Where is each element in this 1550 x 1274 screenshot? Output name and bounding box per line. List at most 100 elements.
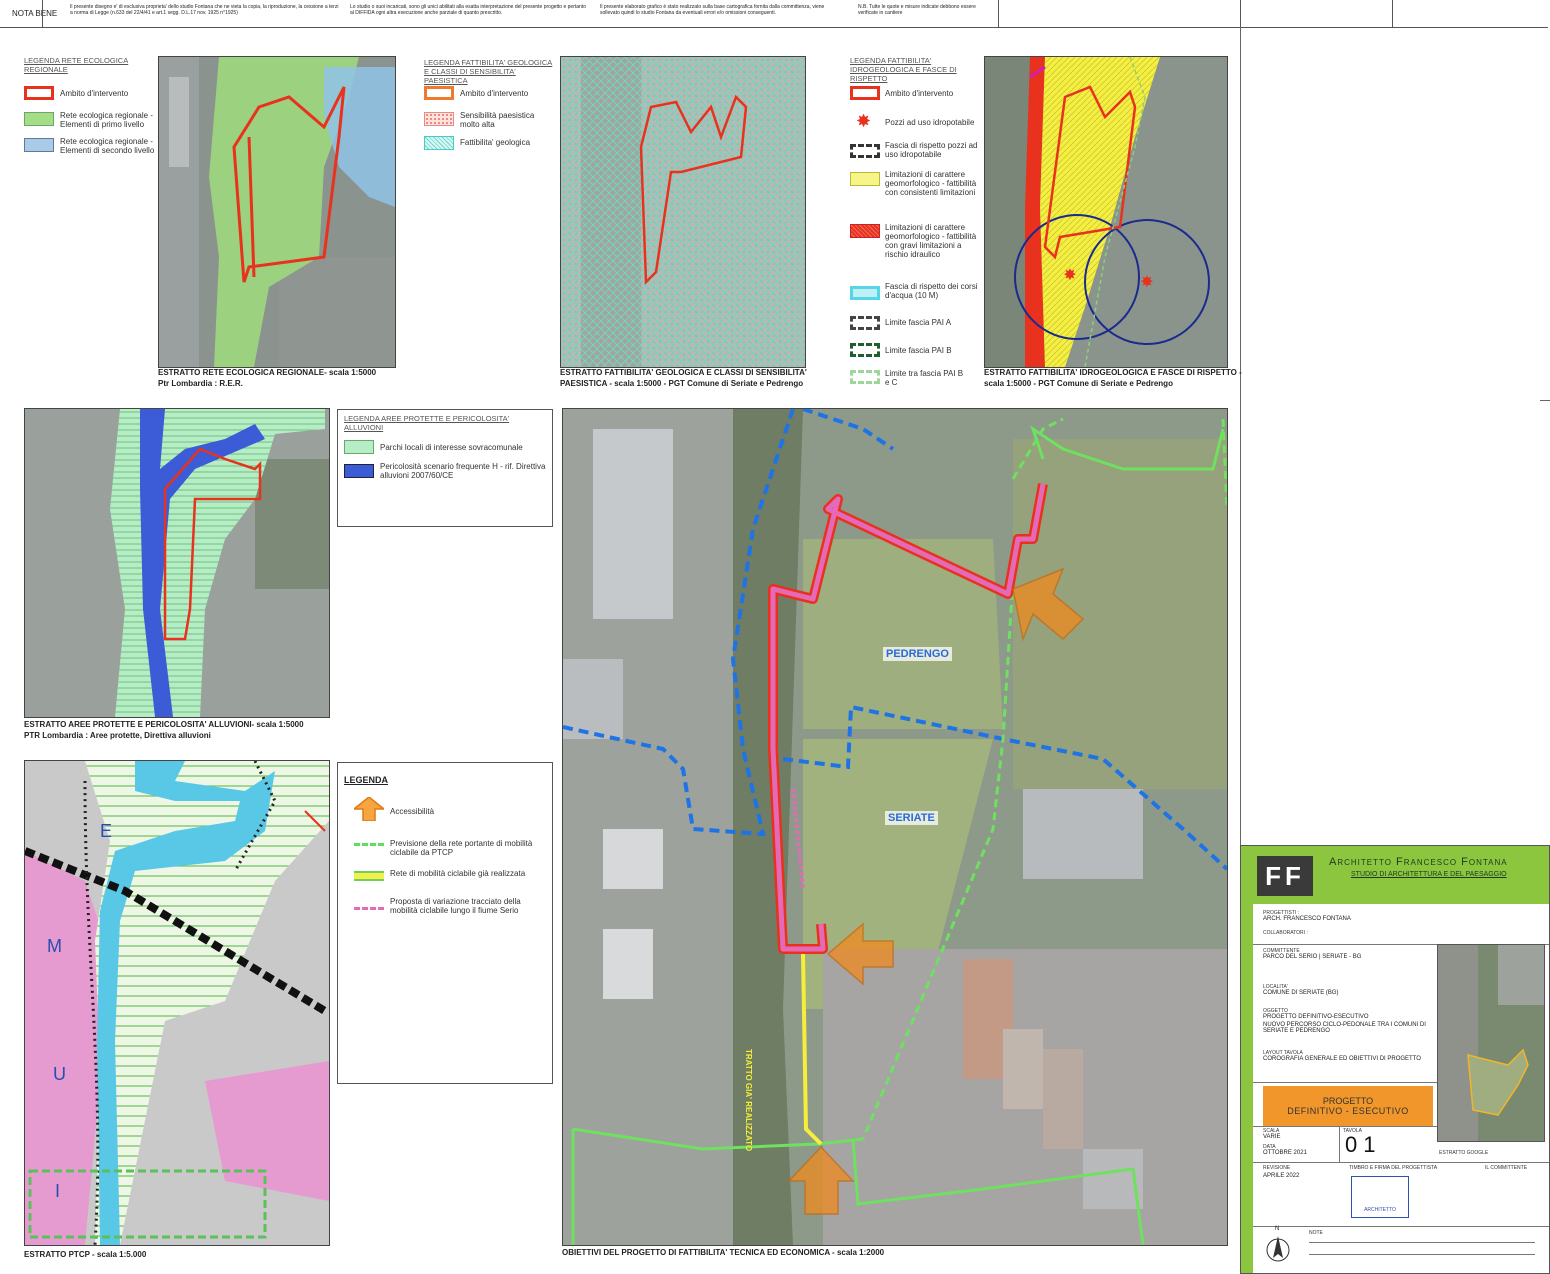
aree-item-pericolosita: Pericolosità scenario frequente H - rif.… <box>380 462 546 480</box>
collaboratori-label: COLLABORATORI : <box>1263 930 1308 936</box>
rer-map-drawing <box>159 57 395 367</box>
studio-sub: STUDIO DI ARCHITETTURA E DEL PAESAGGIO <box>1351 871 1507 878</box>
idro-swatch-corsi-acqua <box>850 286 880 300</box>
title-green-band <box>1241 846 1253 1273</box>
timbro-label: TIMBRO E FIRMA DEL PROGETTISTA <box>1349 1165 1438 1171</box>
label-pedrengo: PEDRENGO <box>883 647 952 661</box>
svg-text:✸: ✸ <box>1140 274 1153 291</box>
revisione-value: APRILE 2022 <box>1263 1173 1300 1179</box>
studio-name: Architetto Francesco Fontana <box>1329 856 1508 868</box>
aree-caption-2: PTR Lombardia : Aree protette, Direttiva… <box>24 731 211 740</box>
idro-swatch-consistenti <box>850 172 880 186</box>
header-note-4: N.B. Tutte le quote e misure indicate de… <box>858 4 976 16</box>
ptcp-item-realizzata: Rete di mobilità ciclabile già realizzat… <box>390 869 526 878</box>
ptcp-map: E M U I <box>24 760 330 1246</box>
ptcp-swatch-proposta <box>354 907 384 910</box>
phase-line-2: DEFINITIVO - ESECUTIVO <box>1287 1106 1409 1116</box>
ptcp-letter-i: I <box>55 1181 61 1201</box>
architect-stamp-text: ARCHITETTO <box>1364 1207 1396 1213</box>
committente2-label: IL COMMITTENTE <box>1485 1165 1528 1171</box>
title-vline <box>1339 1126 1340 1162</box>
google-thumbnail-drawing <box>1438 945 1544 1141</box>
committente-value: PARCO DEL SERIO | SERIATE - BG <box>1263 954 1362 960</box>
geo-item-fattibilita: Fattibilita' geologica <box>460 138 531 147</box>
architect-stamp: ARCHITETTO <box>1351 1176 1409 1218</box>
title-info: PROGETTISTI : ARCH. FRANCESCO FONTANA CO… <box>1253 904 1549 1273</box>
note-line-1 <box>1309 1242 1535 1243</box>
header-strip: NOTA BENE Il presente disegno e' di escl… <box>0 0 1548 28</box>
idro-swatch-gravi <box>850 224 880 238</box>
studio-logo: FF <box>1257 856 1313 896</box>
north-label: N <box>1275 1226 1280 1232</box>
title-rule-2 <box>1253 1082 1437 1083</box>
oggetto-value-2: NUOVO PERCORSO CICLO-PEDONALE TRA I COMU… <box>1263 1022 1426 1034</box>
idro-swatch-ambito <box>850 86 880 100</box>
header-divider-3 <box>1392 0 1393 27</box>
ptcp-swatch-previsione <box>354 843 384 846</box>
sheet-right-frame <box>1240 27 1241 845</box>
header-divider-0 <box>42 0 43 27</box>
ptcp-item-accessibilita: Accessibilità <box>390 807 435 816</box>
geo-swatch-ambito <box>424 86 454 100</box>
idro-item-ambito: Ambito d'intervento <box>885 89 954 98</box>
geo-caption-2: PAESISTICA - scala 1:5000 - PGT Comune d… <box>560 379 804 388</box>
rer-item-primo: Rete ecologica regionale - Elementi di p… <box>60 111 153 129</box>
note-label: NOTE <box>1309 1230 1323 1236</box>
rer-swatch-ambito <box>24 86 54 100</box>
tavola-value: 01 <box>1345 1132 1382 1157</box>
aree-legend-title: LEGENDA AREE PROTETTE E PERICOLOSITA' AL… <box>344 414 510 432</box>
phase-line-1: PROGETTO <box>1322 1096 1374 1106</box>
header-note-2: Lo studio o suoi incaricati, sono gli un… <box>350 4 586 16</box>
svg-text:✸: ✸ <box>1063 267 1076 284</box>
geo-caption-1: ESTRATTO FATTIBILITA' GEOLOGICA E CLASSI… <box>560 368 807 377</box>
localita-value: COMUNE DI SERIATE (BG) <box>1263 990 1339 996</box>
title-rule-5 <box>1253 1226 1549 1227</box>
phase-box: PROGETTO DEFINITIVO - ESECUTIVO <box>1263 1086 1433 1126</box>
rer-item-ambito: Ambito d'intervento <box>60 89 129 98</box>
aree-map-drawing <box>25 409 329 717</box>
main-map: PEDRENGO SERIATE TRATTO GIA' REALIZZATO <box>562 408 1228 1246</box>
ptcp-legend-title: LEGENDA <box>344 775 389 785</box>
rer-item-secondo: Rete ecologica regionale - Elementi di s… <box>60 137 155 155</box>
ptcp-item-proposta: Proposta di variazione tracciato della m… <box>390 897 521 915</box>
idro-item-pai-a: Limite fascia PAI A <box>885 318 952 327</box>
idro-caption-2: scala 1:5000 - PGT Comune di Seriate e P… <box>984 379 1173 388</box>
aree-swatch-pericolosita <box>344 464 374 478</box>
rer-swatch-primo <box>24 112 54 126</box>
revisione-label: REVISIONE <box>1263 1165 1291 1171</box>
north-arrow-icon <box>1266 1236 1290 1262</box>
idro-legend-title: LEGENDA FATTIBILITA' IDROGEOLOGICA E FAS… <box>850 56 957 83</box>
ptcp-letter-e: E <box>100 821 113 841</box>
label-tratto-realizzato: TRATTO GIA' REALIZZATO <box>744 1049 753 1152</box>
label-seriate: SERIATE <box>885 811 938 825</box>
geo-map-drawing <box>561 57 805 367</box>
north-arrow: N <box>1263 1226 1293 1264</box>
sheet-right-tick <box>1540 400 1550 401</box>
idro-item-pai-bc: Limite tra fascia PAI B e C <box>885 369 964 387</box>
geo-item-ambito: Ambito d'intervento <box>460 89 529 98</box>
rer-map <box>158 56 396 368</box>
header-note-3: Il presente elaborato grafico è stato re… <box>600 4 825 16</box>
note-line-2 <box>1309 1254 1535 1255</box>
aree-legend-box: LEGENDA AREE PROTETTE E PERICOLOSITA' AL… <box>337 409 553 527</box>
ptcp-letter-u: U <box>53 1064 66 1084</box>
idro-item-corsi-acqua: Fascia di rispetto dei corsi d'acqua (10… <box>885 282 978 300</box>
rer-caption-2: Ptr Lombardia : R.E.R. <box>158 379 243 388</box>
idro-swatch-pai-a <box>850 316 880 330</box>
oggetto-value-1: PROGETTO DEFINITIVO-ESECUTIVO <box>1263 1014 1369 1020</box>
rer-swatch-secondo <box>24 138 54 152</box>
geo-item-sensibilita: Sensibilità paesistica molto alta <box>460 111 535 129</box>
google-thumbnail <box>1437 944 1545 1142</box>
ptcp-map-drawing <box>25 761 329 1245</box>
idro-item-rispetto-pozzi: Fascia di rispetto pozzi ad uso idropota… <box>885 141 978 159</box>
idro-swatch-pai-bc <box>850 370 880 384</box>
idro-swatch-pai-b <box>850 343 880 357</box>
ptcp-swatch-realizzata <box>354 871 384 881</box>
title-rule-4 <box>1253 1162 1549 1163</box>
nota-bene-label: NOTA BENE <box>12 9 58 18</box>
geo-map <box>560 56 806 368</box>
rer-legend-title: LEGENDA RETE ECOLOGICA REGIONALE <box>24 56 129 74</box>
idro-caption-1: ESTRATTO FATTIBILITA' IDROGEOLOGICA E FA… <box>984 368 1242 377</box>
idro-item-consistenti: Limitazioni di carattere geomorfologico … <box>885 170 977 197</box>
idro-well-icon: ✸ <box>856 111 872 131</box>
